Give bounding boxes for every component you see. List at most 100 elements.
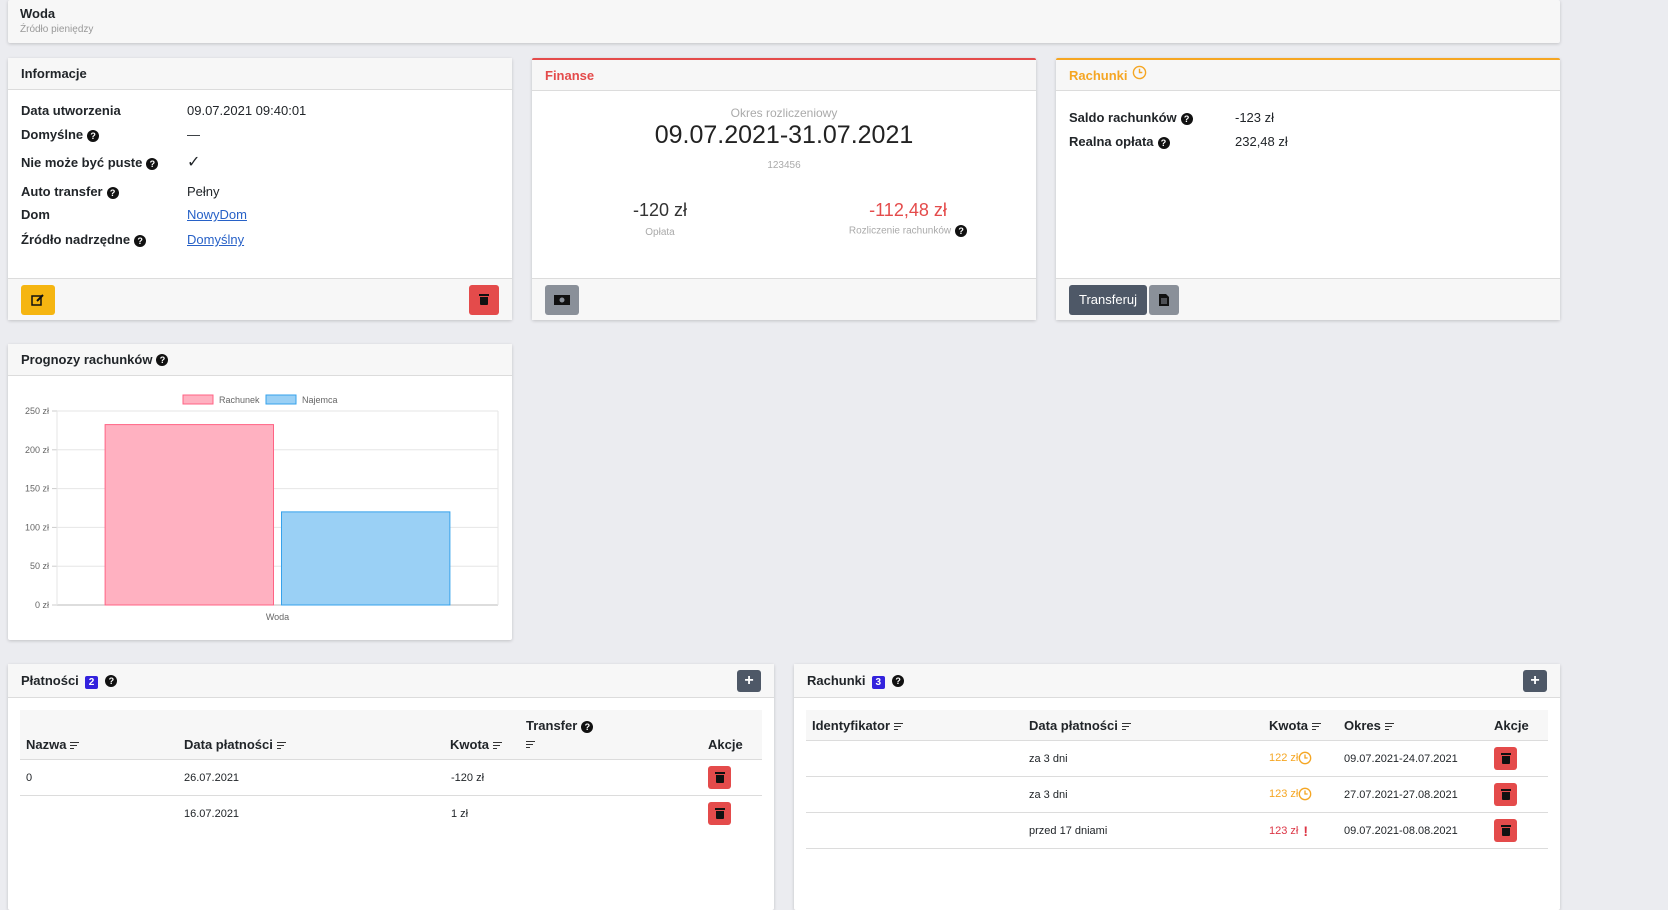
sort-icon[interactable] — [1121, 723, 1131, 731]
real-fee-value: 232,48 zł — [1235, 134, 1288, 149]
money-icon — [554, 294, 570, 305]
home-link[interactable]: NowyDom — [187, 207, 247, 222]
col-name[interactable]: Nazwa — [26, 737, 80, 752]
parent-source-link[interactable]: Domyślny — [187, 232, 244, 247]
period-code: 123456 — [767, 160, 801, 171]
delete-payment-button[interactable] — [708, 766, 731, 789]
transfer-button[interactable]: Transferuj — [1069, 284, 1148, 315]
help-icon[interactable]: ? — [1180, 112, 1193, 125]
edit-icon — [31, 293, 44, 306]
sort-icon[interactable] — [1312, 723, 1321, 731]
col-transfer[interactable]: Transfer? — [526, 718, 594, 749]
page-header: Woda Źródło pieniędzy — [8, 0, 1560, 43]
bills-summary-card: Rachunki Saldo rachunków? -123 zł Realna… — [1056, 58, 1560, 320]
money-button[interactable] — [545, 284, 579, 315]
settlement-value: -112,48 zł — [869, 200, 947, 220]
payment-amount: 1 zł — [451, 808, 469, 820]
real-fee-label: Realna opłata? — [1069, 134, 1170, 149]
info-card-title: Informacje — [21, 66, 87, 81]
clock-icon — [1299, 751, 1312, 765]
forecast-chart: 0 zł 50 zł 100 zł 150 zł 200 zł 250 zł Woda Rac… — [25, 394, 499, 622]
sort-icon[interactable] — [1384, 723, 1394, 731]
finance-card: Finanse Okres rozliczeniowy 09.07.2021-3… — [532, 58, 1036, 320]
payment-date: 16.07.2021 — [184, 808, 240, 820]
sort-icon[interactable] — [276, 742, 286, 750]
sort-icon[interactable] — [526, 741, 535, 749]
add-payment-button[interactable]: + — [737, 669, 761, 692]
period-value: 09.07.2021-31.07.2021 — [654, 121, 914, 149]
bill-due: za 3 dni — [1029, 753, 1068, 765]
fee-label: Opłata — [645, 227, 675, 238]
info-label-parent-source: Źródło nadrzędne? — [21, 232, 147, 247]
sort-icon[interactable] — [894, 723, 904, 731]
y-tick-label: 150 zł — [25, 484, 49, 494]
bill-amount-wrap: 123 zł — [1269, 787, 1312, 801]
bills-table-head: Identyfikator Data płatności Kwota Okres… — [806, 710, 1548, 741]
table-row: przed 17 dniami 123 zł ! 09.07.2021-08.0… — [806, 813, 1548, 849]
delete-payment-button[interactable] — [708, 802, 731, 825]
trash-icon — [714, 808, 725, 819]
bill-period: 27.07.2021-27.08.2021 — [1344, 789, 1458, 801]
col-amount[interactable]: Kwota — [1269, 718, 1321, 733]
edit-button[interactable] — [21, 284, 55, 315]
col-payment-date[interactable]: Data płatności — [184, 737, 286, 752]
forecast-card: Prognozy rachunków? 0 zł 50 zł 100 zł 150 z… — [8, 344, 512, 640]
payments-title-wrap: Płatności 2? — [21, 673, 118, 689]
forecast-card-header: Prognozy rachunków? — [8, 344, 512, 376]
bills-card-header: Rachunki 3? + — [794, 664, 1560, 698]
help-icon[interactable]: ? — [106, 186, 119, 199]
table-row: 0 26.07.2021 -120 zł — [20, 760, 762, 796]
delete-bill-button[interactable] — [1494, 747, 1517, 770]
info-value-created: 09.07.2021 09:40:01 — [187, 103, 307, 118]
x-tick-label: Woda — [266, 612, 289, 622]
help-icon[interactable]: ? — [134, 234, 147, 247]
col-period[interactable]: Okres — [1344, 718, 1394, 733]
info-value-default: — — [187, 127, 200, 142]
payment-name: 0 — [26, 772, 33, 784]
table-row: za 3 dni 122 zł 09.07.2021-24.07.2021 — [806, 741, 1548, 777]
finance-card-footer — [532, 278, 1036, 320]
plus-icon: + — [1530, 671, 1540, 689]
bills-balance-label: Saldo rachunków? — [1069, 110, 1193, 125]
legend-swatch — [265, 394, 297, 405]
legend-label: Najemca — [302, 395, 338, 405]
bills-summary-header: Rachunki — [1056, 60, 1560, 91]
sort-icon[interactable] — [493, 742, 502, 750]
help-icon[interactable]: ? — [105, 675, 118, 688]
bills-title-wrap: Rachunki 3? — [807, 673, 905, 689]
finance-card-header: Finanse — [532, 60, 1036, 91]
bar-najemca — [281, 511, 451, 606]
help-icon[interactable]: ? — [1157, 136, 1170, 149]
delete-bill-button[interactable] — [1494, 783, 1517, 806]
bills-count-badge: 3 — [871, 675, 886, 689]
document-button[interactable] — [1149, 284, 1180, 315]
sort-icon[interactable] — [70, 742, 80, 750]
col-actions: Akcje — [1494, 718, 1529, 733]
help-icon[interactable]: ? — [892, 675, 905, 688]
y-tick-label: 200 zł — [25, 445, 49, 455]
help-icon[interactable]: ? — [955, 225, 968, 237]
bill-amount-wrap: 122 zł — [1269, 751, 1312, 765]
help-icon[interactable]: ? — [87, 129, 100, 142]
bill-amount: 123 zł — [1269, 788, 1299, 800]
help-icon[interactable]: ? — [581, 720, 594, 733]
finance-card-title: Finanse — [545, 67, 595, 83]
info-card: Informacje Data utworzenia 09.07.2021 09… — [8, 58, 512, 320]
payments-table-head: Nazwa Data płatności Kwota Transfer? Akc… — [20, 710, 762, 760]
table-row: za 3 dni 123 zł 27.07.2021-27.08.2021 — [806, 777, 1548, 813]
help-icon[interactable]: ? — [156, 353, 169, 366]
page-title: Woda — [20, 6, 56, 21]
col-payment-date[interactable]: Data płatności — [1029, 718, 1131, 733]
y-tick-label: 100 zł — [25, 522, 49, 532]
legend-swatch — [182, 394, 214, 405]
delete-button[interactable] — [469, 284, 499, 315]
plus-icon: + — [744, 671, 754, 689]
col-identifier[interactable]: Identyfikator — [812, 718, 904, 733]
payments-card-header: Płatności 2? + — [8, 664, 774, 698]
col-amount[interactable]: Kwota — [450, 737, 502, 752]
delete-bill-button[interactable] — [1494, 819, 1517, 842]
bill-due: za 3 dni — [1029, 789, 1068, 801]
add-bill-button[interactable]: + — [1523, 669, 1547, 692]
help-icon[interactable]: ? — [146, 157, 159, 170]
bill-period: 09.07.2021-08.08.2021 — [1344, 825, 1458, 837]
